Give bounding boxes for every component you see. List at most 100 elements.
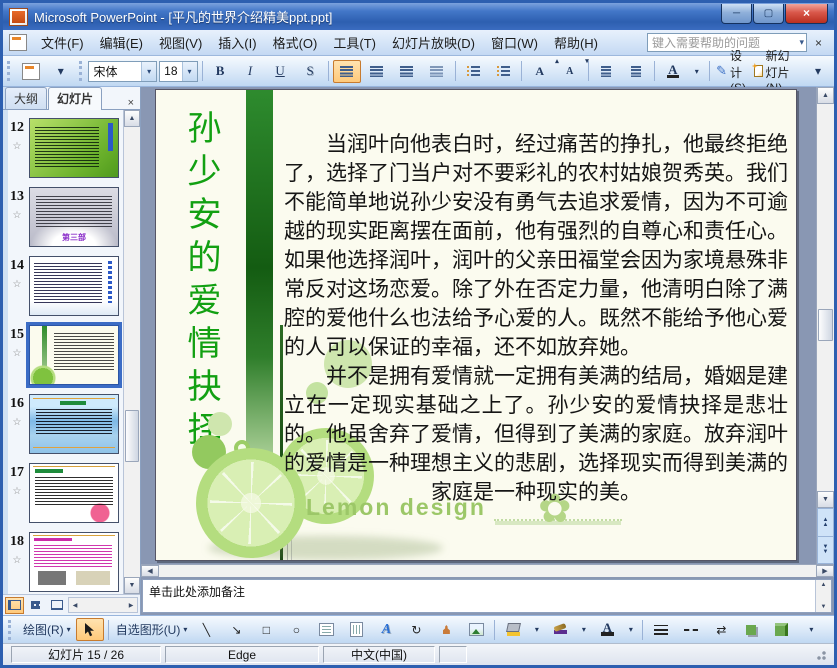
slide-thumbnail-18[interactable]: 18 ☆ (5, 532, 120, 592)
tab-outline[interactable]: 大纲 (5, 87, 48, 109)
3d-style-button[interactable] (767, 618, 795, 641)
sidebar-hscrollbar[interactable]: ◀ ▶ (68, 597, 138, 613)
menu-format[interactable]: 格式(O) (265, 30, 326, 55)
select-objects-button[interactable] (75, 618, 104, 641)
animation-star-icon[interactable]: ☆ (13, 555, 22, 566)
dash-style-button[interactable] (677, 618, 705, 641)
numbering-button[interactable] (459, 60, 487, 83)
notes-scrollbar[interactable]: ▲ ▼ (815, 580, 831, 612)
oval-tool-button[interactable]: ○ (282, 618, 310, 641)
menu-insert[interactable]: 插入(I) (210, 30, 264, 55)
sidebar-scrollbar[interactable]: ▲ ▼ (123, 110, 140, 594)
thumbnail-preview[interactable] (29, 532, 119, 592)
notes-pane[interactable]: 单击此处添加备注 ▲ ▼ (142, 579, 832, 613)
underline-button[interactable]: U (266, 60, 294, 83)
slideshow-view-button[interactable] (47, 597, 66, 614)
slide-vscrollbar[interactable]: ▲ ▼ ▲ ▲ ▼ ▼ (816, 87, 834, 564)
menu-view[interactable]: 视图(V) (151, 30, 210, 55)
shadow-style-button[interactable] (737, 618, 765, 641)
slide-thumbnail-16[interactable]: 16 ☆ (5, 394, 120, 454)
animation-star-icon[interactable]: ☆ (13, 279, 22, 290)
line-spacing-button[interactable] (423, 60, 451, 83)
chevron-down-icon[interactable]: ▾ (181, 61, 197, 81)
animation-star-icon[interactable]: ☆ (13, 486, 22, 497)
close-button[interactable]: × (785, 3, 828, 24)
chevron-down-icon[interactable]: ▾ (799, 37, 804, 48)
font-size-select[interactable]: 18 ▾ (159, 60, 198, 82)
vertical-textbox-button[interactable] (342, 618, 370, 641)
toolbar-options-button[interactable]: ▾ (797, 618, 825, 641)
slide-canvas[interactable]: 孙少安的爱情抉择 当润叶向他表白时，经过痛苦的挣扎，他最终拒绝了，选择了门当户对… (155, 89, 797, 561)
new-slide-button[interactable]: 新幻灯片(N) (751, 49, 802, 95)
scroll-up-icon[interactable]: ▲ (124, 110, 140, 127)
line-style-button[interactable] (647, 618, 675, 641)
thumbnail-preview[interactable] (29, 394, 119, 454)
font-color-button[interactable]: A (659, 60, 687, 83)
design-button[interactable]: ✎ 设计(S) (713, 49, 748, 95)
restore-button[interactable]: ▢ (753, 3, 784, 24)
thumbnail-preview[interactable] (29, 325, 119, 385)
arrow-tool-button[interactable]: ↘ (222, 618, 250, 641)
animation-star-icon[interactable]: ☆ (13, 348, 22, 359)
scrollbar-thumb[interactable] (818, 309, 833, 341)
sidebar-close-icon[interactable]: × (124, 97, 138, 109)
toolbar-grip[interactable] (7, 61, 13, 81)
animation-star-icon[interactable]: ☆ (13, 417, 22, 428)
clipart-button[interactable] (432, 618, 460, 641)
text-shadow-button[interactable]: S (296, 60, 324, 83)
increase-font-button[interactable]: A ▴ (526, 57, 558, 83)
slide-thumbnail-14[interactable]: 14 ☆ (5, 256, 120, 316)
font-color-button-2[interactable]: A (593, 618, 621, 641)
insert-diagram-button[interactable]: ↻ (402, 618, 430, 641)
slide-sorter-view-button[interactable] (26, 597, 45, 614)
slide-thumbnail-15-selected[interactable]: 15 ☆ (5, 325, 120, 385)
rectangle-tool-button[interactable]: □ (252, 618, 280, 641)
menu-help[interactable]: 帮助(H) (546, 30, 606, 55)
arrow-style-button[interactable]: ⇄ (707, 618, 735, 641)
new-file-button[interactable] (17, 60, 45, 83)
autoshapes-button[interactable]: 自选图形(U) ▾ (113, 618, 191, 641)
next-slide-button[interactable]: ▼ ▼ (817, 536, 834, 564)
line-color-dropdown[interactable]: ▾ (576, 618, 591, 641)
align-center-button[interactable] (363, 60, 391, 83)
scroll-right-icon[interactable]: ▶ (816, 565, 834, 577)
insert-picture-button[interactable] (462, 618, 490, 641)
thumbnail-preview[interactable] (29, 118, 119, 178)
slide-thumbnail-12[interactable]: 12 ☆ (5, 118, 120, 178)
bullets-button[interactable] (489, 60, 517, 83)
normal-view-button[interactable] (5, 596, 24, 614)
scroll-right-icon[interactable]: ▶ (125, 602, 137, 609)
scroll-left-icon[interactable]: ◀ (141, 565, 159, 577)
scrollbar-thumb[interactable] (125, 410, 139, 462)
design-theme-indicator[interactable]: Edge (165, 646, 319, 663)
slide-body-textbox[interactable]: 当润叶向他表白时，经过痛苦的挣扎，他最终拒绝了，选择了门当户对不要彩礼的农村姑娘… (284, 130, 788, 507)
thumbnail-preview[interactable] (29, 256, 119, 316)
italic-button[interactable]: I (236, 60, 264, 83)
minimize-button[interactable]: ─ (721, 3, 752, 24)
textbox-tool-button[interactable] (312, 618, 340, 641)
wordart-button[interactable]: A (372, 618, 400, 641)
menu-edit[interactable]: 编辑(E) (92, 30, 151, 55)
menu-tools[interactable]: 工具(T) (325, 30, 384, 55)
bold-button[interactable]: B (206, 60, 234, 83)
scroll-down-icon[interactable]: ▼ (817, 491, 834, 508)
draw-menu-button[interactable]: 绘图(R) ▾ (20, 618, 74, 641)
scroll-up-icon[interactable]: ▲ (817, 87, 834, 104)
font-name-select[interactable]: 宋体 ▾ (88, 60, 158, 82)
chevron-down-icon[interactable]: ▾ (141, 61, 157, 81)
toolbar-options-button[interactable]: ▾ (47, 60, 75, 83)
toolbar-grip[interactable] (78, 61, 85, 81)
fill-color-button[interactable] (499, 618, 527, 641)
animation-star-icon[interactable]: ☆ (13, 210, 22, 221)
menubar-close-icon[interactable]: × (807, 34, 830, 52)
previous-slide-button[interactable]: ▲ ▲ (817, 508, 834, 537)
scroll-down-icon[interactable]: ▼ (124, 577, 140, 594)
increase-indent-button[interactable] (622, 60, 650, 83)
decrease-font-button[interactable]: A ▾ (556, 57, 589, 83)
scroll-up-icon[interactable]: ▲ (821, 582, 827, 588)
scroll-down-icon[interactable]: ▼ (821, 604, 827, 610)
line-color-button[interactable] (546, 618, 574, 641)
thumbnail-preview[interactable]: 第三部 (29, 187, 119, 247)
toolbar-options-button[interactable]: ▾ (804, 60, 832, 83)
line-tool-button[interactable]: ╲ (192, 618, 220, 641)
